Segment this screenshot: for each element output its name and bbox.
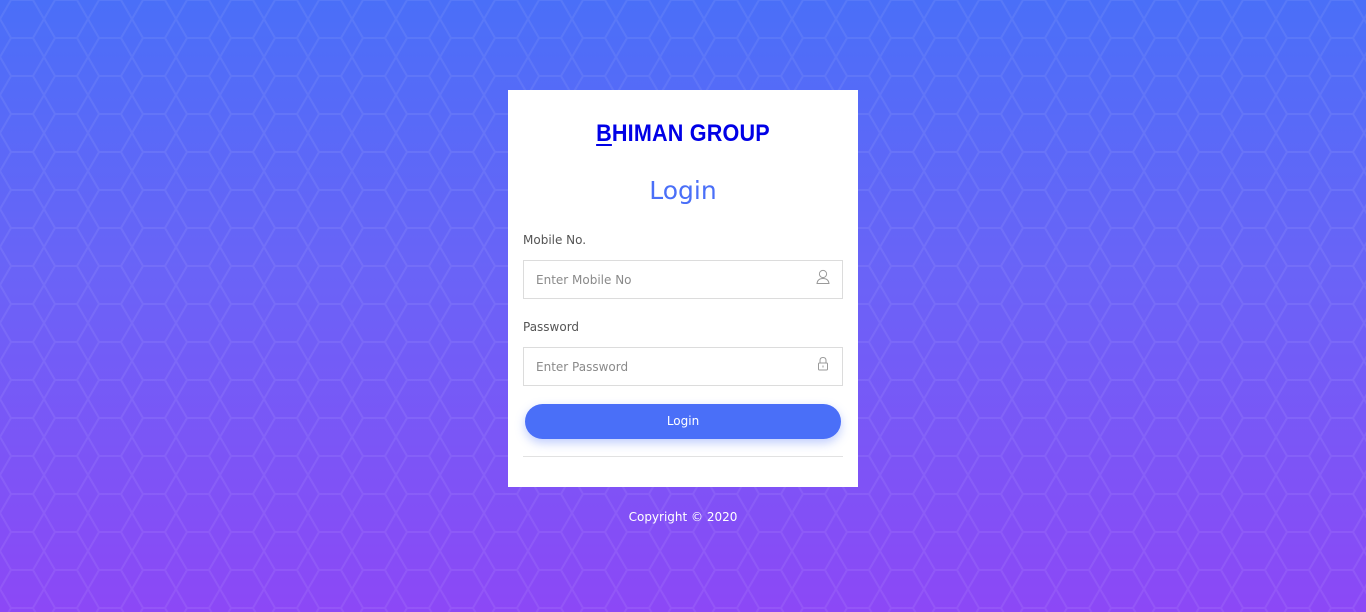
password-field <box>523 347 843 386</box>
login-title: Login <box>649 176 717 205</box>
mobile-label: Mobile No. <box>523 233 587 247</box>
brand-logo-text: HIMAN GROUP <box>611 120 770 147</box>
card-divider <box>523 456 843 457</box>
login-card: BHIMAN GROUP Login Mobile No. Password L… <box>508 90 858 487</box>
brand-logo-initial: B <box>596 120 612 147</box>
mobile-input[interactable] <box>524 261 842 298</box>
login-button[interactable]: Login <box>525 404 841 439</box>
lock-icon <box>816 356 830 372</box>
brand-logo: BHIMAN GROUP <box>526 120 841 148</box>
password-input[interactable] <box>524 348 842 385</box>
password-label: Password <box>523 320 580 334</box>
copyright-text: Copyright © 2020 <box>628 510 738 524</box>
mobile-field <box>523 260 843 299</box>
user-icon <box>816 269 830 285</box>
